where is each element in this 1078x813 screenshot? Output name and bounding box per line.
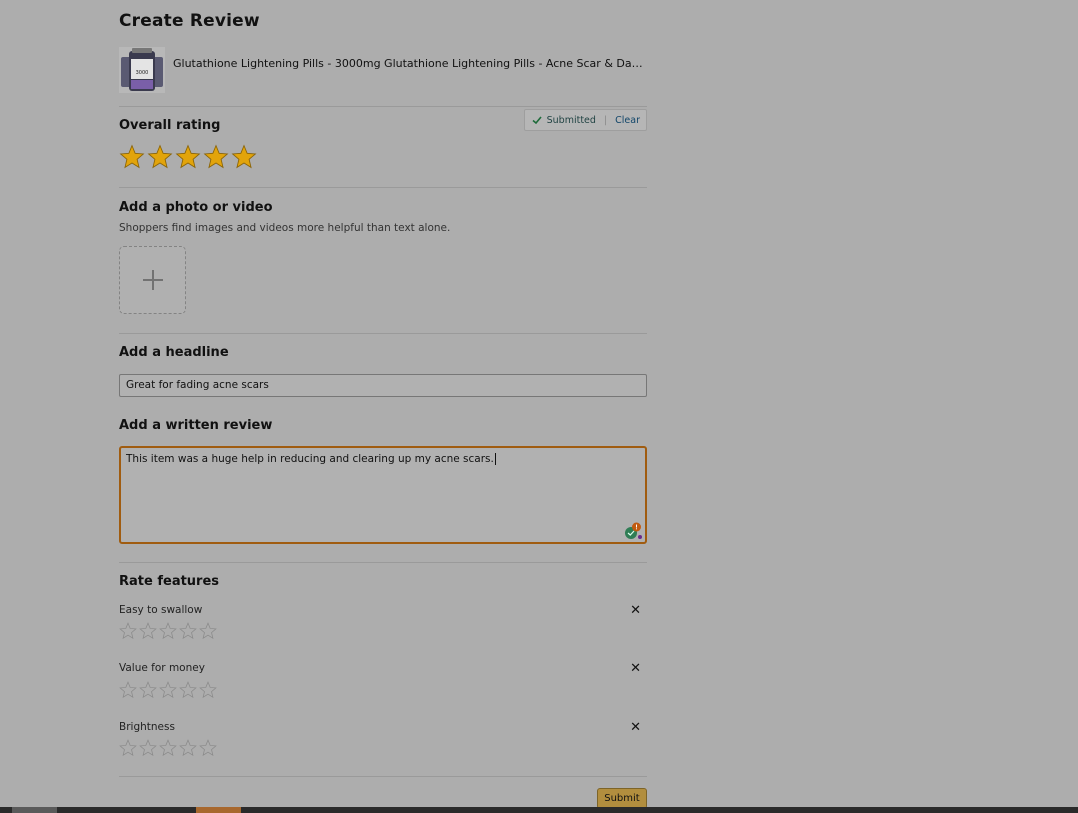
feature-label-easy-to-swallow: Easy to swallow — [119, 604, 203, 616]
grammar-check-icon[interactable] — [624, 522, 642, 540]
feature-star-1[interactable] — [119, 622, 137, 640]
remove-feature-brightness[interactable]: ✕ — [630, 721, 641, 734]
review-text: This item was a huge help in reducing an… — [126, 453, 494, 465]
rating-star-2[interactable] — [147, 144, 173, 170]
taskbar-item[interactable] — [12, 807, 57, 813]
feature-label-brightness: Brightness — [119, 721, 175, 733]
status-separator: | — [603, 114, 608, 126]
feature-star-4[interactable] — [179, 622, 197, 640]
headline-heading: Add a headline — [119, 345, 229, 360]
feature-star-4[interactable] — [179, 681, 197, 699]
feature-star-1[interactable] — [119, 681, 137, 699]
feature-star-2[interactable] — [139, 622, 157, 640]
feature-star-1[interactable] — [119, 739, 137, 757]
clear-rating-link[interactable]: Clear — [615, 115, 640, 126]
feature-star-5[interactable] — [199, 622, 217, 640]
features-heading: Rate features — [119, 574, 220, 589]
headline-input[interactable]: Great for fading acne scars — [119, 374, 647, 397]
remove-feature-value-for-money[interactable]: ✕ — [630, 662, 641, 675]
feature-star-3[interactable] — [159, 739, 177, 757]
submit-button[interactable]: Submit — [597, 788, 647, 809]
overall-rating-stars — [119, 144, 259, 170]
product-image: 3000 — [119, 47, 165, 93]
feature-star-5[interactable] — [199, 739, 217, 757]
overall-rating-heading: Overall rating — [119, 118, 221, 133]
feature-label-value-for-money: Value for money — [119, 662, 205, 674]
remove-feature-easy-to-swallow[interactable]: ✕ — [630, 604, 641, 617]
rating-star-1[interactable] — [119, 144, 145, 170]
page-title: Create Review — [119, 11, 260, 31]
review-textarea[interactable]: This item was a huge help in reducing an… — [119, 446, 647, 544]
product-title: Glutathione Lightening Pills - 3000mg Gl… — [173, 57, 643, 70]
divider — [119, 106, 647, 107]
product-summary: 3000 Glutathione Lightening Pills - 3000… — [119, 47, 647, 95]
divider — [119, 776, 647, 777]
status-text: Submitted — [546, 114, 596, 126]
feature-star-2[interactable] — [139, 681, 157, 699]
media-heading: Add a photo or video — [119, 200, 273, 215]
feature-stars-brightness — [119, 739, 219, 757]
rating-star-3[interactable] — [175, 144, 201, 170]
feature-star-2[interactable] — [139, 739, 157, 757]
divider — [119, 562, 647, 563]
divider — [119, 187, 647, 188]
divider — [119, 333, 647, 334]
add-media-button[interactable] — [119, 246, 186, 314]
plus-icon — [143, 270, 163, 290]
text-caret — [494, 453, 496, 465]
feature-star-5[interactable] — [199, 681, 217, 699]
feature-star-3[interactable] — [159, 681, 177, 699]
feature-stars-easy-to-swallow — [119, 622, 219, 640]
feature-stars-value-for-money — [119, 681, 219, 699]
rating-status: Submitted | Clear — [523, 109, 647, 131]
review-heading: Add a written review — [119, 418, 273, 433]
rating-star-5[interactable] — [231, 144, 257, 170]
taskbar-item-active[interactable] — [196, 807, 241, 813]
rating-star-4[interactable] — [203, 144, 229, 170]
taskbar — [0, 807, 1078, 813]
feature-star-3[interactable] — [159, 622, 177, 640]
feature-star-4[interactable] — [179, 739, 197, 757]
media-subtext: Shoppers find images and videos more hel… — [119, 222, 451, 234]
svg-text:3000: 3000 — [136, 70, 149, 76]
check-icon — [532, 116, 542, 125]
